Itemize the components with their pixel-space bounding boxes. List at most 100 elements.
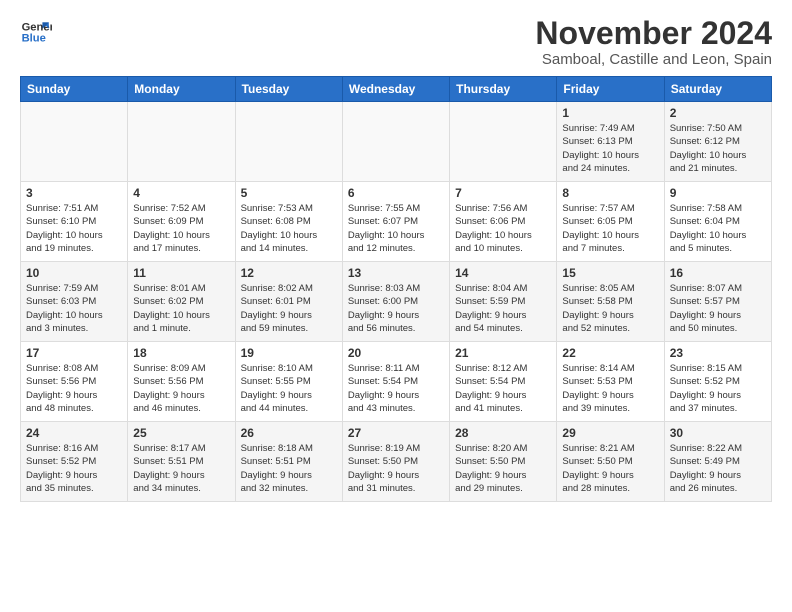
day-info: Sunrise: 8:02 AM Sunset: 6:01 PM Dayligh… (241, 282, 337, 335)
day-number: 7 (455, 186, 551, 200)
col-wednesday: Wednesday (342, 77, 449, 102)
title-block: November 2024 Samboal, Castille and Leon… (535, 16, 772, 68)
col-sunday: Sunday (21, 77, 128, 102)
day-number: 27 (348, 426, 444, 440)
day-number: 22 (562, 346, 658, 360)
day-number: 2 (670, 106, 766, 120)
month-title: November 2024 (535, 16, 772, 51)
day-number: 11 (133, 266, 229, 280)
day-info: Sunrise: 7:57 AM Sunset: 6:05 PM Dayligh… (562, 202, 658, 255)
day-number: 9 (670, 186, 766, 200)
day-number: 25 (133, 426, 229, 440)
calendar-cell: 28Sunrise: 8:20 AM Sunset: 5:50 PM Dayli… (450, 422, 557, 502)
day-number: 5 (241, 186, 337, 200)
location-title: Samboal, Castille and Leon, Spain (535, 51, 772, 68)
day-number: 6 (348, 186, 444, 200)
day-number: 26 (241, 426, 337, 440)
calendar-cell: 6 Sunrise: 7:55 AM Sunset: 6:07 PM Daylig… (342, 182, 449, 262)
calendar-cell: 21 Sunrise: 8:12 AM Sunset: 5:54 PM Dayli… (450, 342, 557, 422)
day-info: Sunrise: 8:05 AM Sunset: 5:58 PM Dayligh… (562, 282, 658, 335)
day-info: Sunrise: 8:15 AM Sunset: 5:52 PM Dayligh… (670, 362, 766, 415)
day-number: 29 (562, 426, 658, 440)
day-info: Sunrise: 8:22 AM Sunset: 5:49 PM Dayligh… (670, 442, 766, 495)
calendar-cell: 12 Sunrise: 8:02 AM Sunset: 6:01 PM Dayli… (235, 262, 342, 342)
day-info: Sunrise: 8:21 AM Sunset: 5:50 PM Dayligh… (562, 442, 658, 495)
calendar-week-4: 17 Sunrise: 8:08 AM Sunset: 5:56 PM Dayli… (21, 342, 772, 422)
calendar-cell: 30 Sunrise: 8:22 AM Sunset: 5:49 PM Dayli… (664, 422, 771, 502)
calendar-cell: 25 Sunrise: 8:17 AM Sunset: 5:51 PM Dayli… (128, 422, 235, 502)
day-info: Sunrise: 7:56 AM Sunset: 6:06 PM Dayligh… (455, 202, 551, 255)
day-number: 3 (26, 186, 122, 200)
day-number: 10 (26, 266, 122, 280)
calendar-cell (235, 102, 342, 182)
day-info: Sunrise: 7:49 AM Sunset: 6:13 PM Dayligh… (562, 122, 658, 175)
day-info: Sunrise: 7:52 AM Sunset: 6:09 PM Dayligh… (133, 202, 229, 255)
day-number: 20 (348, 346, 444, 360)
day-info: Sunrise: 7:51 AM Sunset: 6:10 PM Dayligh… (26, 202, 122, 255)
day-number: 8 (562, 186, 658, 200)
col-thursday: Thursday (450, 77, 557, 102)
day-number: 24 (26, 426, 122, 440)
logo-icon: General Blue (20, 16, 52, 48)
day-number: 28 (455, 426, 551, 440)
calendar-cell: 10Sunrise: 7:59 AM Sunset: 6:03 PM Dayli… (21, 262, 128, 342)
day-info: Sunrise: 8:11 AM Sunset: 5:54 PM Dayligh… (348, 362, 444, 415)
day-info: Sunrise: 8:08 AM Sunset: 5:56 PM Dayligh… (26, 362, 122, 415)
calendar-table: Sunday Monday Tuesday Wednesday Thursday… (20, 76, 772, 502)
day-number: 21 (455, 346, 551, 360)
day-number: 13 (348, 266, 444, 280)
day-info: Sunrise: 8:12 AM Sunset: 5:54 PM Dayligh… (455, 362, 551, 415)
day-info: Sunrise: 8:03 AM Sunset: 6:00 PM Dayligh… (348, 282, 444, 335)
calendar-cell: 26 Sunrise: 8:18 AM Sunset: 5:51 PM Dayli… (235, 422, 342, 502)
day-info: Sunrise: 8:07 AM Sunset: 5:57 PM Dayligh… (670, 282, 766, 335)
calendar-cell: 20 Sunrise: 8:11 AM Sunset: 5:54 PM Dayli… (342, 342, 449, 422)
calendar-cell: 9 Sunrise: 7:58 AM Sunset: 6:04 PM Daylig… (664, 182, 771, 262)
calendar-cell: 29 Sunrise: 8:21 AM Sunset: 5:50 PM Dayli… (557, 422, 664, 502)
calendar-cell: 4 Sunrise: 7:52 AM Sunset: 6:09 PM Daylig… (128, 182, 235, 262)
day-info: Sunrise: 8:18 AM Sunset: 5:51 PM Dayligh… (241, 442, 337, 495)
calendar-cell: 18Sunrise: 8:09 AM Sunset: 5:56 PM Dayli… (128, 342, 235, 422)
calendar-cell (128, 102, 235, 182)
col-friday: Friday (557, 77, 664, 102)
day-number: 16 (670, 266, 766, 280)
calendar-cell: 11 Sunrise: 8:01 AM Sunset: 6:02 PM Dayli… (128, 262, 235, 342)
calendar-cell (450, 102, 557, 182)
col-tuesday: Tuesday (235, 77, 342, 102)
header-row: Sunday Monday Tuesday Wednesday Thursday… (21, 77, 772, 102)
day-number: 1 (562, 106, 658, 120)
calendar-cell: 2 Sunrise: 7:50 AM Sunset: 6:12 PM Daylig… (664, 102, 771, 182)
day-number: 14 (455, 266, 551, 280)
calendar-cell: 5Sunrise: 7:53 AM Sunset: 6:08 PM Daylig… (235, 182, 342, 262)
day-number: 19 (241, 346, 337, 360)
day-number: 12 (241, 266, 337, 280)
day-number: 23 (670, 346, 766, 360)
calendar-cell: 3 Sunrise: 7:51 AM Sunset: 6:10 PM Daylig… (21, 182, 128, 262)
col-saturday: Saturday (664, 77, 771, 102)
page: General Blue November 2024 Samboal, Cast… (0, 0, 792, 512)
calendar-cell: 24 Sunrise: 8:16 AM Sunset: 5:52 PM Dayli… (21, 422, 128, 502)
calendar-cell: 7 Sunrise: 7:56 AM Sunset: 6:06 PM Daylig… (450, 182, 557, 262)
calendar-week-5: 24 Sunrise: 8:16 AM Sunset: 5:52 PM Dayli… (21, 422, 772, 502)
day-number: 17 (26, 346, 122, 360)
calendar-week-2: 3 Sunrise: 7:51 AM Sunset: 6:10 PM Daylig… (21, 182, 772, 262)
day-number: 30 (670, 426, 766, 440)
day-info: Sunrise: 7:50 AM Sunset: 6:12 PM Dayligh… (670, 122, 766, 175)
day-info: Sunrise: 8:16 AM Sunset: 5:52 PM Dayligh… (26, 442, 122, 495)
calendar-cell (342, 102, 449, 182)
day-number: 4 (133, 186, 229, 200)
day-info: Sunrise: 8:01 AM Sunset: 6:02 PM Dayligh… (133, 282, 229, 335)
day-info: Sunrise: 8:04 AM Sunset: 5:59 PM Dayligh… (455, 282, 551, 335)
header: General Blue November 2024 Samboal, Cast… (20, 16, 772, 68)
day-info: Sunrise: 7:58 AM Sunset: 6:04 PM Dayligh… (670, 202, 766, 255)
day-info: Sunrise: 7:55 AM Sunset: 6:07 PM Dayligh… (348, 202, 444, 255)
day-info: Sunrise: 8:09 AM Sunset: 5:56 PM Dayligh… (133, 362, 229, 415)
calendar-cell: 23 Sunrise: 8:15 AM Sunset: 5:52 PM Dayli… (664, 342, 771, 422)
calendar-cell: 19Sunrise: 8:10 AM Sunset: 5:55 PM Dayli… (235, 342, 342, 422)
col-monday: Monday (128, 77, 235, 102)
calendar-cell: 15Sunrise: 8:05 AM Sunset: 5:58 PM Dayli… (557, 262, 664, 342)
day-info: Sunrise: 8:14 AM Sunset: 5:53 PM Dayligh… (562, 362, 658, 415)
day-info: Sunrise: 8:17 AM Sunset: 5:51 PM Dayligh… (133, 442, 229, 495)
calendar-cell (21, 102, 128, 182)
calendar-cell: 27Sunrise: 8:19 AM Sunset: 5:50 PM Dayli… (342, 422, 449, 502)
calendar-week-3: 10Sunrise: 7:59 AM Sunset: 6:03 PM Dayli… (21, 262, 772, 342)
